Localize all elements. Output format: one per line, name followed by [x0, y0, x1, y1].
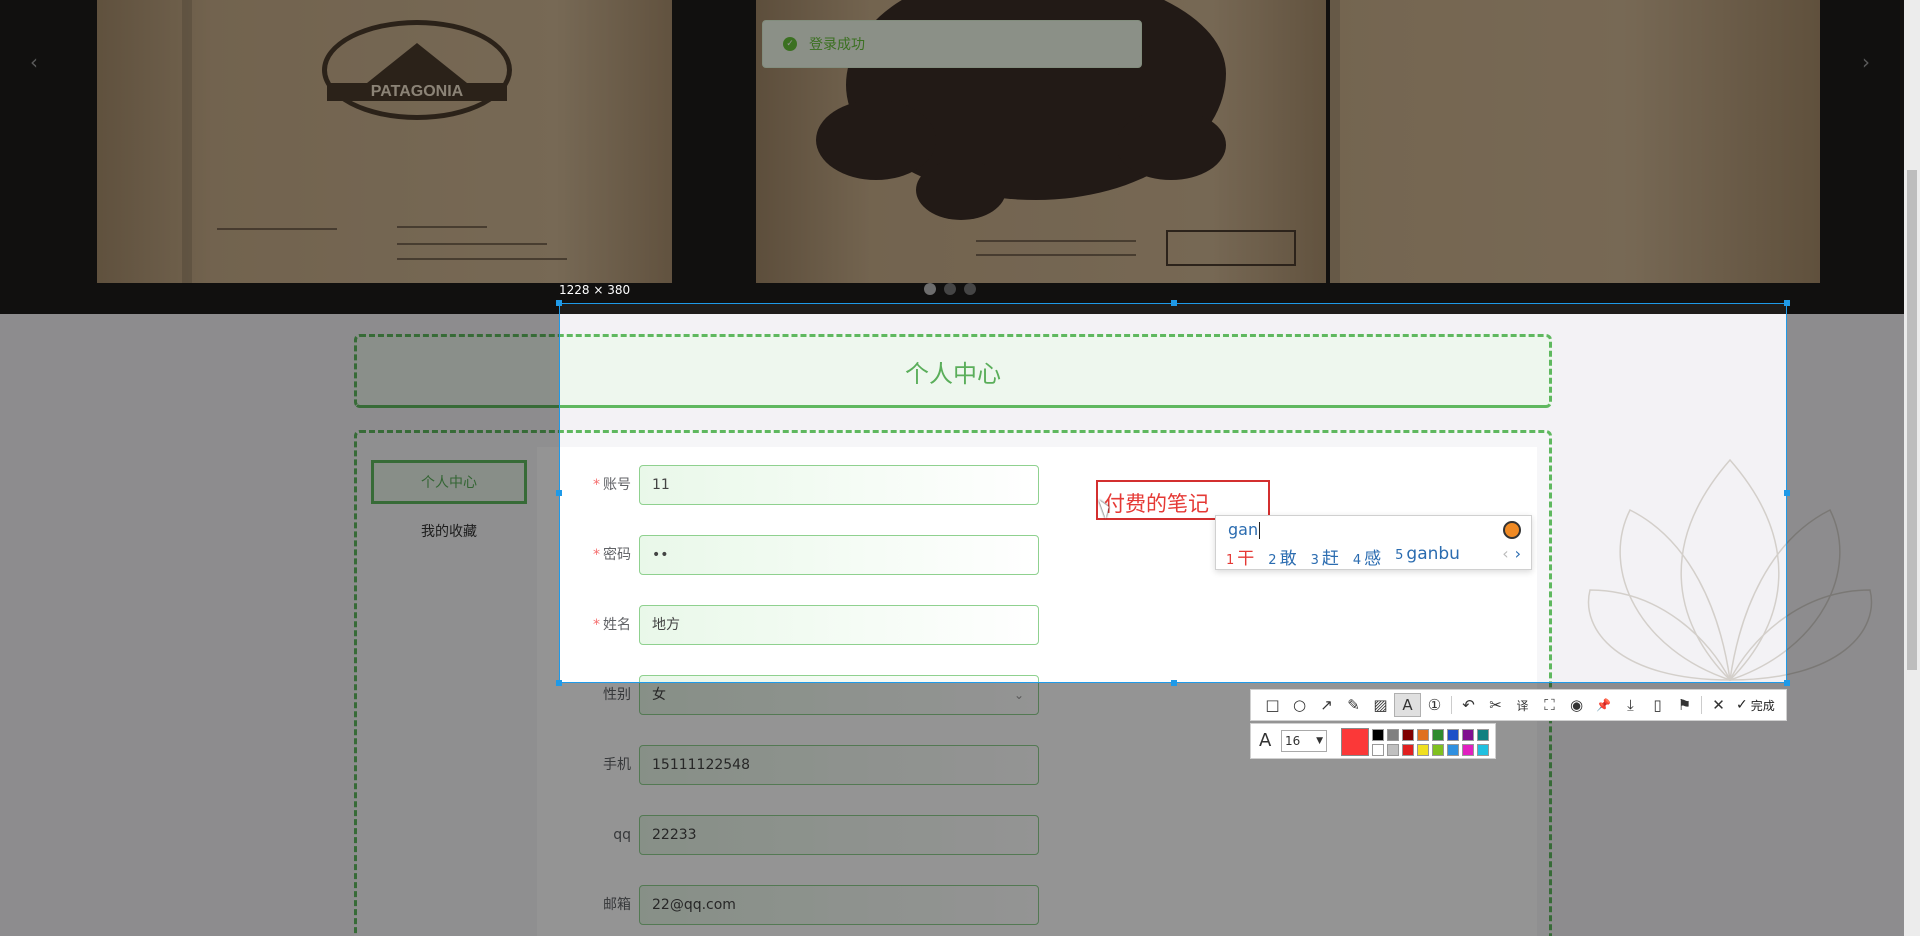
font-size-select[interactable]: 16 ▼: [1281, 730, 1327, 752]
number-marker-icon[interactable]: ①: [1421, 693, 1448, 717]
resize-handle-nw[interactable]: [556, 300, 562, 306]
color-swatch-7[interactable]: [1462, 729, 1474, 741]
done-button[interactable]: ✓ 完成: [1736, 697, 1775, 714]
arrow-tool-icon[interactable]: ↗: [1313, 693, 1340, 717]
text-annotation-box[interactable]: 付费的笔记: [1096, 480, 1270, 520]
color-swatch-4[interactable]: [1417, 729, 1429, 741]
resize-handle-w[interactable]: [556, 490, 562, 496]
pin-icon[interactable]: 📌: [1590, 693, 1617, 717]
resize-handle-e[interactable]: [1784, 490, 1790, 496]
selection-size-label: 1228 × 380: [559, 283, 631, 297]
translate-icon[interactable]: 译: [1509, 693, 1536, 717]
scan-icon[interactable]: ⛶: [1536, 693, 1563, 717]
resize-handle-se[interactable]: [1784, 680, 1790, 686]
ime-candidate-4[interactable]: 4感: [1353, 544, 1381, 569]
color-swatch-6[interactable]: [1447, 729, 1459, 741]
ime-candidate-1[interactable]: 1干: [1226, 544, 1254, 569]
color-swatch-5[interactable]: [1432, 729, 1444, 741]
cut-icon[interactable]: ✂: [1482, 693, 1509, 717]
ime-candidate-2[interactable]: 2敢: [1268, 544, 1296, 569]
color-swatch-8[interactable]: [1477, 729, 1489, 741]
resize-handle-s[interactable]: [1171, 680, 1177, 686]
color-swatch-14[interactable]: [1447, 744, 1459, 756]
color-swatch-11[interactable]: [1402, 744, 1414, 756]
ime-candidate-window: gan 1干 2敢 3赶 4感 5 ganbu ‹ ›: [1215, 515, 1532, 570]
color-swatch-12[interactable]: [1417, 744, 1429, 756]
ime-composition-text: gan: [1228, 520, 1259, 539]
ellipse-tool-icon[interactable]: ○: [1286, 693, 1313, 717]
bookmark-icon[interactable]: ⚑: [1671, 693, 1698, 717]
color-swatch-9[interactable]: [1372, 744, 1384, 756]
close-icon[interactable]: ✕: [1705, 693, 1732, 717]
undo-icon[interactable]: ↶: [1455, 693, 1482, 717]
color-swatch-15[interactable]: [1462, 744, 1474, 756]
color-swatch-2[interactable]: [1387, 729, 1399, 741]
resize-handle-n[interactable]: [1171, 300, 1177, 306]
resize-handle-ne[interactable]: [1784, 300, 1790, 306]
ime-candidate-5[interactable]: 5 ganbu: [1395, 544, 1460, 569]
screenshot-dim-top: [0, 0, 1920, 303]
mosaic-tool-icon[interactable]: ▨: [1367, 693, 1394, 717]
record-icon[interactable]: ◉: [1563, 693, 1590, 717]
page-scrollbar[interactable]: [1904, 0, 1920, 936]
rectangle-tool-icon[interactable]: □: [1259, 693, 1286, 717]
annotation-text: 付费的笔记: [1104, 492, 1209, 516]
ime-next-page-icon[interactable]: ›: [1515, 544, 1521, 563]
ime-prev-page-icon[interactable]: ‹: [1502, 544, 1508, 563]
color-swatch-13[interactable]: [1432, 744, 1444, 756]
color-swatch-10[interactable]: [1387, 744, 1399, 756]
resize-handle-sw[interactable]: [556, 680, 562, 686]
ime-logo-icon[interactable]: [1503, 521, 1521, 539]
color-palette: [1372, 729, 1489, 756]
pencil-tool-icon[interactable]: ✎: [1340, 693, 1367, 717]
screenshot-dim-right: [1787, 303, 1920, 683]
font-icon: A: [1259, 730, 1272, 751]
text-options-bar: A 16 ▼: [1250, 723, 1496, 759]
color-swatch-16[interactable]: [1477, 744, 1489, 756]
done-label: 完成: [1750, 698, 1775, 713]
ime-candidate-list: 1干 2敢 3赶 4感 5 ganbu: [1226, 544, 1460, 569]
screenshot-toolbar: □ ○ ↗ ✎ ▨ A ① ↶ ✂ 译 ⛶ ◉ 📌 ⤓ ▯ ⚑ ✕ ✓ 完成: [1250, 689, 1787, 721]
color-swatch-3[interactable]: [1402, 729, 1414, 741]
check-icon: ✓: [1736, 697, 1748, 713]
chevron-down-icon: ▼: [1316, 736, 1323, 746]
ime-page-controls: ‹ ›: [1502, 544, 1521, 563]
screenshot-dim-left: [0, 303, 559, 683]
ime-candidate-3[interactable]: 3赶: [1311, 544, 1339, 569]
download-icon[interactable]: ⤓: [1617, 693, 1644, 717]
color-swatch-1[interactable]: [1372, 729, 1384, 741]
text-tool-icon[interactable]: A: [1394, 693, 1421, 717]
current-color-swatch[interactable]: [1341, 728, 1369, 756]
long-screenshot-icon[interactable]: ▯: [1644, 693, 1671, 717]
